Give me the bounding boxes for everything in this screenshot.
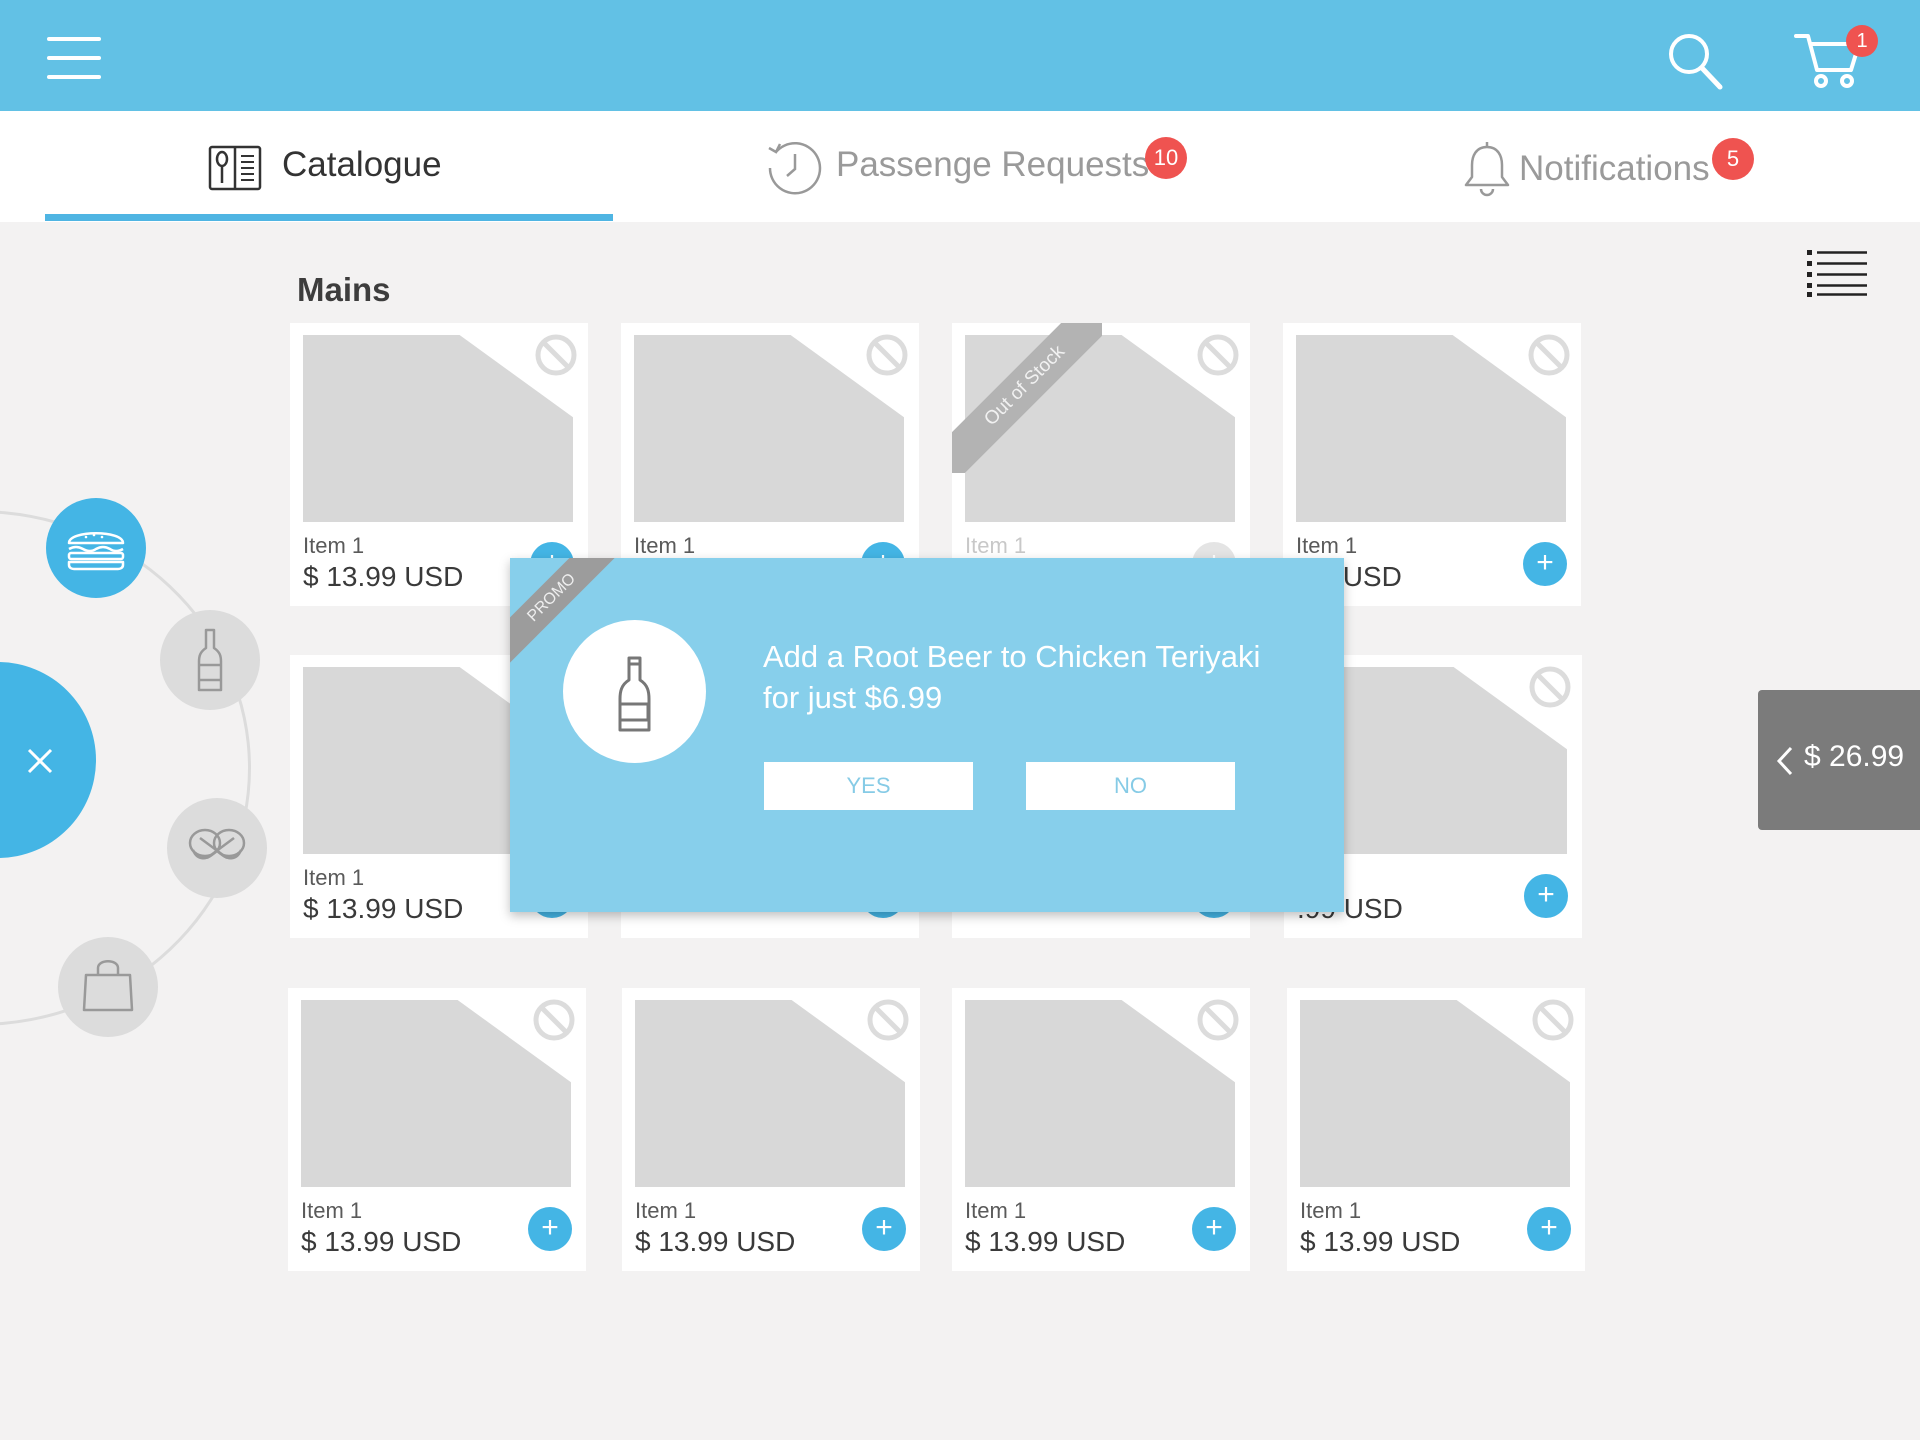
product-card[interactable]: Item 1 $ 13.99 USD + [288,988,586,1271]
category-snacks[interactable] [167,798,267,898]
product-price: $ 13.99 USD [635,1226,796,1257]
tab-catalogue[interactable]: Catalogue [45,111,613,222]
cart-count-badge: 1 [1846,25,1878,57]
close-icon [27,748,53,774]
product-image-placeholder [635,1000,905,1187]
promo-no-button[interactable]: NO [1026,762,1235,810]
unavailable-icon [1531,998,1575,1042]
add-to-cart-button[interactable]: + [528,1207,572,1251]
tab-bar: Catalogue Passenge Requests 10 Notificat… [0,111,1920,222]
promo-message-line1: Add a Root Beer to Chicken Teriyaki [763,639,1261,674]
tab-notifications[interactable]: Notifications 5 [1455,111,1875,222]
product-price: $ 13.99 USD [1300,1226,1461,1257]
product-name: Item 1 [1300,1198,1362,1223]
list-view-icon[interactable] [1805,248,1869,298]
product-image-placeholder [303,335,573,522]
product-image-placeholder [965,335,1235,522]
product-name: Item 1 [1296,533,1358,558]
hamburger-menu-icon[interactable] [47,37,101,79]
section-title: Mains [297,271,391,308]
product-image-placeholder [301,1000,571,1187]
tab-catalogue-label: Catalogue [282,145,442,184]
category-drinks[interactable] [160,610,260,710]
product-image-placeholder [965,1000,1235,1187]
bottle-icon [618,656,651,732]
menu-book-icon [208,145,262,191]
unavailable-icon [865,333,909,377]
chevron-left-icon [1776,746,1793,776]
add-to-cart-button[interactable]: + [1527,1207,1571,1251]
clock-history-icon [768,142,822,195]
product-card[interactable]: Item 1 $ 13.99 USD + [1287,988,1585,1271]
product-image-placeholder [1296,335,1566,522]
promo-image [563,620,706,763]
search-icon[interactable] [1665,30,1725,92]
product-name: Item 1 [634,533,696,558]
add-to-cart-button[interactable]: + [1523,542,1567,586]
unavailable-icon [532,998,576,1042]
product-price: $ 13.99 USD [303,561,464,592]
unavailable-icon [1196,333,1240,377]
product-price: $ 13.99 USD [303,893,464,924]
product-price: $ 13.99 USD [965,1226,1126,1257]
notifications-count-badge: 5 [1712,138,1754,180]
promo-dialog: PROMO Add a Root Beer to Chicken Teriyak… [510,558,1344,912]
add-to-cart-button[interactable]: + [1524,874,1568,918]
tab-passenger-requests[interactable]: Passenge Requests 10 [740,111,1220,222]
product-name: Item 1 [301,1198,363,1223]
unavailable-icon [1196,998,1240,1042]
unavailable-icon [1528,665,1572,709]
burger-icon [67,532,125,571]
product-name: Item 1 [965,533,1027,558]
product-image-placeholder [1300,1000,1570,1187]
product-name: Item 1 [635,1198,697,1223]
tab-notifications-label: Notifications [1519,149,1710,188]
unavailable-icon [866,998,910,1042]
unavailable-icon [1527,333,1571,377]
product-image-placeholder [634,335,904,522]
tab-passenger-requests-label: Passenge Requests [836,145,1150,184]
pretzel-icon [188,828,246,860]
catalogue-screen: 1 Catalogue Passenge Requests 10 Notific… [0,0,1920,1440]
unavailable-icon [534,333,578,377]
requests-count-badge: 10 [1145,137,1187,179]
shopping-bag-icon [82,960,134,1012]
product-name: Item 1 [303,533,365,558]
promo-message-line2: for just $6.99 [763,680,943,715]
category-shopping[interactable] [58,937,158,1037]
promo-message: Add a Root Beer to Chicken Teriyaki for … [763,636,1283,718]
bottle-icon [197,628,223,692]
product-name: Item 1 [965,1198,1027,1223]
bell-icon [1464,142,1510,197]
add-to-cart-button[interactable]: + [862,1207,906,1251]
cart-total-tab[interactable]: $ 26.99 [1758,690,1920,830]
product-card[interactable]: Item 1 $ 13.99 USD + [952,988,1250,1271]
product-card[interactable]: Item 1 $ 13.99 USD + [622,988,920,1271]
product-name: Item 1 [303,865,365,890]
category-burger[interactable] [46,498,146,598]
cart-total-amount: $ 26.99 [1804,740,1905,773]
top-app-bar: 1 [0,0,1920,111]
add-to-cart-button[interactable]: + [1192,1207,1236,1251]
promo-yes-button[interactable]: YES [764,762,973,810]
product-price: $ 13.99 USD [301,1226,462,1257]
active-tab-indicator [45,214,613,221]
